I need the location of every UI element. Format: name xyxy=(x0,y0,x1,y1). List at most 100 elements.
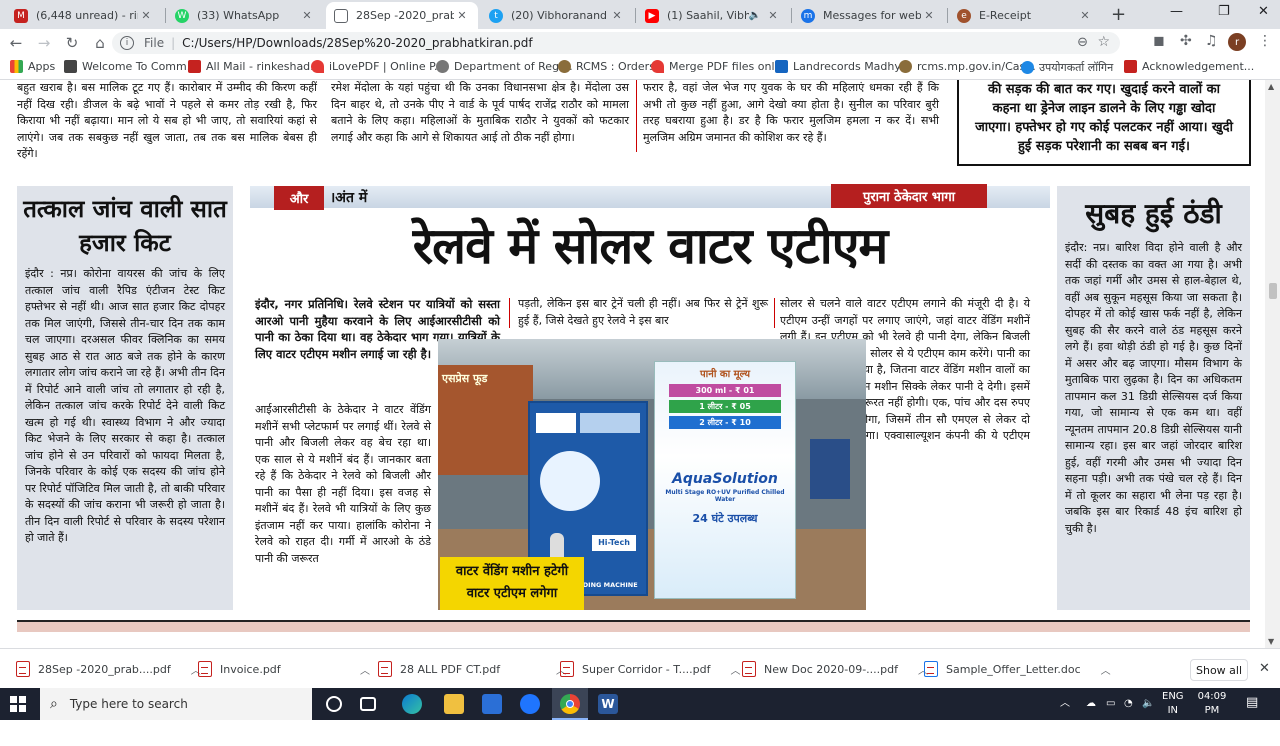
forward-button[interactable]: → xyxy=(32,34,56,52)
chevron-up-icon[interactable]: ︿ xyxy=(1101,662,1111,677)
zoom-icon[interactable]: ⊖ xyxy=(1077,35,1088,50)
scroll-up-icon[interactable]: ▲ xyxy=(1268,82,1274,91)
close-icon[interactable]: ✕ xyxy=(765,9,781,22)
profile-avatar[interactable]: r xyxy=(1228,33,1246,51)
show-hidden-icons[interactable]: ︿ xyxy=(1060,697,1070,711)
messages-icon: m xyxy=(801,8,815,23)
taskbar-search[interactable]: ⌕ Type here to search xyxy=(40,688,312,720)
scroll-thumb[interactable] xyxy=(1269,283,1277,299)
tab-pdf-active[interactable]: 28Sep -2020_prabhatkira ✕ xyxy=(326,2,478,29)
tab-title: (20) Vibhoranand advoca xyxy=(511,9,609,22)
bookmark-item[interactable]: Acknowledgement... xyxy=(1124,60,1254,73)
bookmark-item[interactable]: Landrecords Madhy... xyxy=(775,60,910,73)
tab-whatsapp[interactable]: W (33) WhatsApp ✕ xyxy=(167,2,323,29)
water-atm: पानी का मूल्य 300 ml - ₹ 01 1 लीटर - ₹ 0… xyxy=(654,361,796,599)
article-column: पड़ती, लेकिन इस बार ट्रेनें चली ही नहीं।… xyxy=(518,297,768,327)
extension-icon[interactable]: ◼ xyxy=(1153,33,1165,49)
minimize-button[interactable]: — xyxy=(1170,4,1183,19)
bookmark-item[interactable]: उपयोगकर्ता लॉगिन xyxy=(1021,60,1113,75)
left-box-title: तत्काल जांच वाली सात हजार किट xyxy=(23,194,227,257)
food-stall: एसप्रेस फूड xyxy=(438,365,533,475)
media-icon[interactable]: ♫ xyxy=(1205,33,1218,49)
reload-button[interactable]: ↻ xyxy=(60,34,84,52)
restore-button[interactable]: ❐ xyxy=(1218,4,1230,19)
bookmark-apps[interactable]: Apps xyxy=(10,60,55,73)
chevron-up-icon[interactable]: ︿ xyxy=(360,662,370,677)
pdf-file-icon xyxy=(742,661,756,677)
clock[interactable]: 04:09 PM 28-09-20 xyxy=(1190,690,1234,746)
bookmark-item[interactable]: Welcome To Comm... xyxy=(64,60,197,73)
windows-start-icon[interactable] xyxy=(10,696,26,712)
bookmark-item[interactable]: rcms.mp.gov.in/Cas... xyxy=(899,60,1036,73)
file-explorer-icon[interactable] xyxy=(444,694,464,714)
close-icon[interactable]: ✕ xyxy=(454,9,470,22)
article-text: बहुत खराब है। बस मालिक टूट गए हैं। कारोब… xyxy=(17,81,317,160)
url-text[interactable]: C:/Users/HP/Downloads/28Sep%20-2020_prab… xyxy=(182,36,532,50)
tab-title: Messages for web xyxy=(823,9,921,22)
globe-icon xyxy=(334,8,348,23)
vertical-scrollbar[interactable]: ▲ ▼ xyxy=(1265,80,1280,648)
bookmark-item[interactable]: Merge PDF files onl... xyxy=(651,60,785,73)
volume-icon[interactable]: 🔈 xyxy=(1142,697,1154,711)
globe-icon xyxy=(436,60,449,73)
download-item[interactable]: 28 ALL PDF CT.pdf ︿ xyxy=(378,649,566,689)
bookmark-item[interactable]: All Mail - rinkeshad... xyxy=(188,60,321,73)
download-item[interactable]: Invoice.pdf ︿ xyxy=(198,649,370,689)
task-view-icon[interactable] xyxy=(360,697,376,711)
tab-gmail[interactable]: M (6,448 unread) - rinkesha ✕ xyxy=(6,2,162,29)
close-icon[interactable]: ✕ xyxy=(1077,9,1093,22)
battery-icon[interactable]: ▭ xyxy=(1106,697,1115,711)
back-button[interactable]: ← xyxy=(4,34,28,52)
download-item[interactable]: Sample_Offer_Letter.doc ︿ xyxy=(924,649,1111,689)
download-item[interactable]: Super Corridor - T....pdf ︿ xyxy=(560,649,740,689)
close-icon[interactable]: ✕ xyxy=(299,9,315,22)
tab-ereceipt[interactable]: e E-Receipt ✕ xyxy=(949,2,1101,29)
home-button[interactable]: ⌂ xyxy=(88,34,112,52)
mail-icon xyxy=(188,60,201,73)
chevron-up-icon[interactable]: ︿ xyxy=(730,662,740,677)
bookmarks-bar: Apps Welcome To Comm... All Mail - rinke… xyxy=(0,57,1280,80)
chrome-taskbar-button[interactable] xyxy=(552,688,588,720)
language-indicator[interactable]: ENG IN xyxy=(1162,690,1184,718)
new-tab-button[interactable]: + xyxy=(1111,4,1126,25)
tab-twitter[interactable]: t (20) Vibhoranand advoca ✕ xyxy=(481,2,633,29)
search-icon: ⌕ xyxy=(50,696,58,712)
window-close-button[interactable]: ✕ xyxy=(1258,4,1269,19)
speaker-icon[interactable]: 🔈 xyxy=(749,10,761,21)
bookmark-item[interactable]: iLovePDF | Online P... xyxy=(311,60,445,73)
heart-icon xyxy=(651,60,664,73)
page-footer-rule xyxy=(17,620,1250,632)
pdf-viewer[interactable]: बहुत खराब है। बस मालिक टूट गए हैं। कारोब… xyxy=(0,80,1280,648)
download-item[interactable]: 28Sep -2020_prab....pdf ︿ xyxy=(16,649,201,689)
bookmark-item[interactable]: RCMS : Orders xyxy=(558,60,655,73)
tab-messages[interactable]: m Messages for web ✕ xyxy=(793,2,945,29)
store-icon[interactable] xyxy=(482,694,502,714)
edge-icon[interactable] xyxy=(402,694,422,714)
section-tag-secondary: ।अंत में xyxy=(330,190,368,206)
info-icon[interactable]: i xyxy=(120,36,134,50)
youtube-icon: ▶ xyxy=(645,8,659,23)
article-text: फरार है, वहां जेल भेज गए युवक के घर की म… xyxy=(643,81,939,144)
close-downloads-button[interactable]: ✕ xyxy=(1259,661,1270,676)
address-bar[interactable]: i File | C:/Users/HP/Downloads/28Sep%20-… xyxy=(112,32,1120,54)
notification-icon[interactable]: ▤ xyxy=(1246,696,1258,710)
cloud-icon[interactable]: ☁ xyxy=(1086,697,1096,711)
scroll-down-icon[interactable]: ▼ xyxy=(1268,637,1274,646)
show-all-button[interactable]: Show all xyxy=(1190,659,1248,681)
bookmark-star-icon[interactable]: ☆ xyxy=(1097,34,1110,50)
download-item[interactable]: New Doc 2020-09-....pdf ︿ xyxy=(742,649,928,689)
puzzle-icon[interactable]: ✣ xyxy=(1180,33,1192,49)
close-icon[interactable]: ✕ xyxy=(609,9,625,22)
mail-app-icon[interactable] xyxy=(520,694,540,714)
word-icon[interactable]: W xyxy=(598,694,618,714)
close-icon[interactable]: ✕ xyxy=(921,9,937,22)
cortana-icon[interactable] xyxy=(326,696,342,712)
network-icon[interactable]: ◔ xyxy=(1124,697,1133,711)
close-icon[interactable]: ✕ xyxy=(138,9,154,22)
menu-icon[interactable]: ⋮ xyxy=(1258,33,1272,49)
rcms-icon xyxy=(558,60,571,73)
left-box-body: इंदौर : नप्र। कोरोना वायरस की जांच के लि… xyxy=(25,267,225,544)
tab-youtube[interactable]: ▶ (1) Saahil, Vibhor, Tig 🔈 ✕ xyxy=(637,2,789,29)
pdf-file-icon xyxy=(198,661,212,677)
bookmark-item[interactable]: Department of Regi... xyxy=(436,60,573,73)
